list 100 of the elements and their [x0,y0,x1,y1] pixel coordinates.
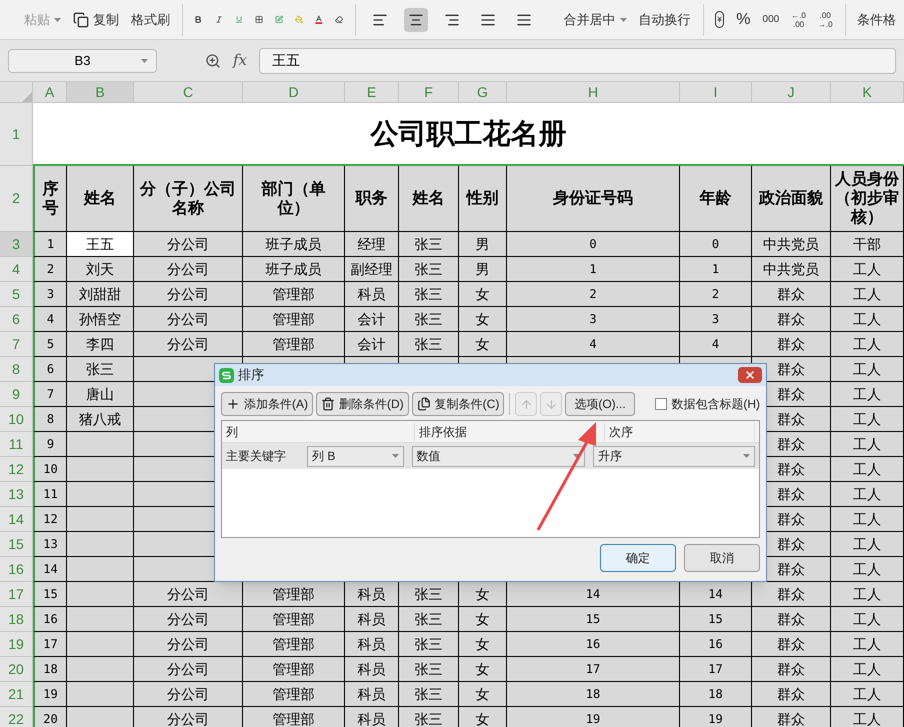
table-cell[interactable]: 张三 [399,307,459,332]
options-button[interactable]: 选项(O)... [565,392,635,416]
table-cell[interactable]: 4 [33,307,67,332]
table-cell[interactable]: 工人 [831,407,904,432]
table-cell[interactable]: 1 [33,232,67,257]
table-cell[interactable]: 13 [33,532,67,557]
table-cell[interactable]: 班子成员 [243,232,345,257]
table-cell[interactable]: 张三 [399,282,459,307]
table-cell[interactable]: 刘甜甜 [67,282,134,307]
table-cell[interactable]: 群众 [752,607,831,632]
table-cell[interactable]: 工人 [831,682,904,707]
table-cell[interactable]: 分公司 [134,632,243,657]
table-cell[interactable]: 女 [459,307,507,332]
table-cell[interactable]: 工人 [831,457,904,482]
cancel-button[interactable]: 取消 [684,544,760,572]
table-cell[interactable]: 管理部 [243,307,345,332]
table-cell[interactable]: 分公司 [134,332,243,357]
table-cell[interactable]: 张三 [399,657,459,682]
table-cell[interactable]: 猪八戒 [67,407,134,432]
conditional-format-button[interactable]: 条件格 [857,10,896,30]
table-cell[interactable]: 副经理 [345,257,399,282]
table-cell[interactable]: 工人 [831,482,904,507]
table-cell[interactable]: 2 [680,282,752,307]
table-cell[interactable]: 管理部 [243,582,345,607]
table-cell[interactable]: 工人 [831,557,904,582]
table-cell[interactable]: 女 [459,582,507,607]
table-cell[interactable]: 工人 [831,382,904,407]
table-cell[interactable]: 16 [680,632,752,657]
table-cell[interactable]: 群众 [752,282,831,307]
table-cell[interactable]: 15 [507,607,680,632]
table-cell[interactable]: 男 [459,257,507,282]
table-cell[interactable]: 12 [33,507,67,532]
table-cell[interactable]: 张三 [399,257,459,282]
table-cell[interactable]: 工人 [831,307,904,332]
table-cell[interactable]: 分公司 [134,307,243,332]
table-cell[interactable]: 分公司 [134,607,243,632]
table-cell[interactable]: 14 [680,582,752,607]
table-cell[interactable]: 14 [507,582,680,607]
table-cell[interactable]: 工人 [831,257,904,282]
table-cell[interactable]: 分公司 [134,707,243,727]
table-cell[interactable]: 分公司 [134,657,243,682]
toolbar-button[interactable]: 添加条件(A) [221,392,313,416]
table-cell[interactable]: 16 [33,607,67,632]
table-cell[interactable]: 管理部 [243,332,345,357]
table-cell[interactable]: 科员 [345,607,399,632]
table-cell[interactable]: 科员 [345,632,399,657]
dropdown[interactable]: 数值 [412,446,586,466]
decimal-button[interactable]: ←.0 .00 [791,10,806,28]
wrap-text-button[interactable]: 自动换行 [638,10,691,30]
table-cell[interactable]: 女 [459,607,507,632]
table-cell[interactable]: 女 [459,282,507,307]
table-cell[interactable]: 中共党员 [752,257,831,282]
table-cell[interactable]: 群众 [752,582,831,607]
table-cell[interactable]: 17 [507,657,680,682]
table-cell[interactable]: 19 [33,682,67,707]
table-cell[interactable]: 2 [507,282,680,307]
table-cell[interactable]: 张三 [399,582,459,607]
table-cell[interactable]: 15 [680,607,752,632]
table-cell[interactable]: 干部 [831,232,904,257]
table-cell[interactable]: 工人 [831,282,904,307]
table-cell[interactable]: 18 [680,682,752,707]
table-cell[interactable]: 7 [33,382,67,407]
table-cell[interactable]: 会计 [345,332,399,357]
table-cell[interactable]: 科员 [345,582,399,607]
table-cell[interactable]: 刘天 [67,257,134,282]
table-cell[interactable]: 群众 [752,332,831,357]
table-cell[interactable]: 分公司 [134,257,243,282]
table-cell[interactable]: 张三 [399,607,459,632]
table-cell[interactable]: 工人 [831,632,904,657]
table-cell[interactable]: 张三 [399,682,459,707]
table-cell[interactable]: 分公司 [134,682,243,707]
table-cell[interactable]: 科员 [345,707,399,727]
table-cell[interactable]: 李四 [67,332,134,357]
table-cell[interactable]: 科员 [345,657,399,682]
table-cell[interactable]: 王五 [67,232,134,257]
table-cell[interactable]: 班子成员 [243,257,345,282]
table-cell[interactable]: 2 [33,257,67,282]
table-cell[interactable]: 唐山 [67,382,134,407]
table-cell[interactable]: 群众 [752,657,831,682]
table-cell[interactable]: 19 [507,707,680,727]
table-cell[interactable]: 中共党员 [752,232,831,257]
table-cell[interactable]: 女 [459,657,507,682]
table-cell[interactable]: 3 [680,307,752,332]
merge-center-button[interactable]: 合并居中 [564,10,627,30]
ok-button[interactable]: 确定 [600,544,676,572]
table-cell[interactable]: 19 [680,707,752,727]
table-cell[interactable]: 孙悟空 [67,307,134,332]
table-cell[interactable]: 工人 [831,432,904,457]
table-cell[interactable]: 工人 [831,357,904,382]
table-cell[interactable]: 分公司 [134,282,243,307]
copy-button[interactable]: 复制 [73,10,119,30]
table-cell[interactable]: 经理 [345,232,399,257]
table-cell[interactable]: 工人 [831,532,904,557]
table-cell[interactable]: 张三 [67,357,134,382]
table-cell[interactable]: 分公司 [134,232,243,257]
toolbar-button[interactable]: 复制条件(C) [412,392,504,416]
name-box[interactable]: B3 [8,48,157,72]
table-cell[interactable]: 15 [33,582,67,607]
table-cell[interactable]: 管理部 [243,682,345,707]
table-cell[interactable]: 18 [507,682,680,707]
